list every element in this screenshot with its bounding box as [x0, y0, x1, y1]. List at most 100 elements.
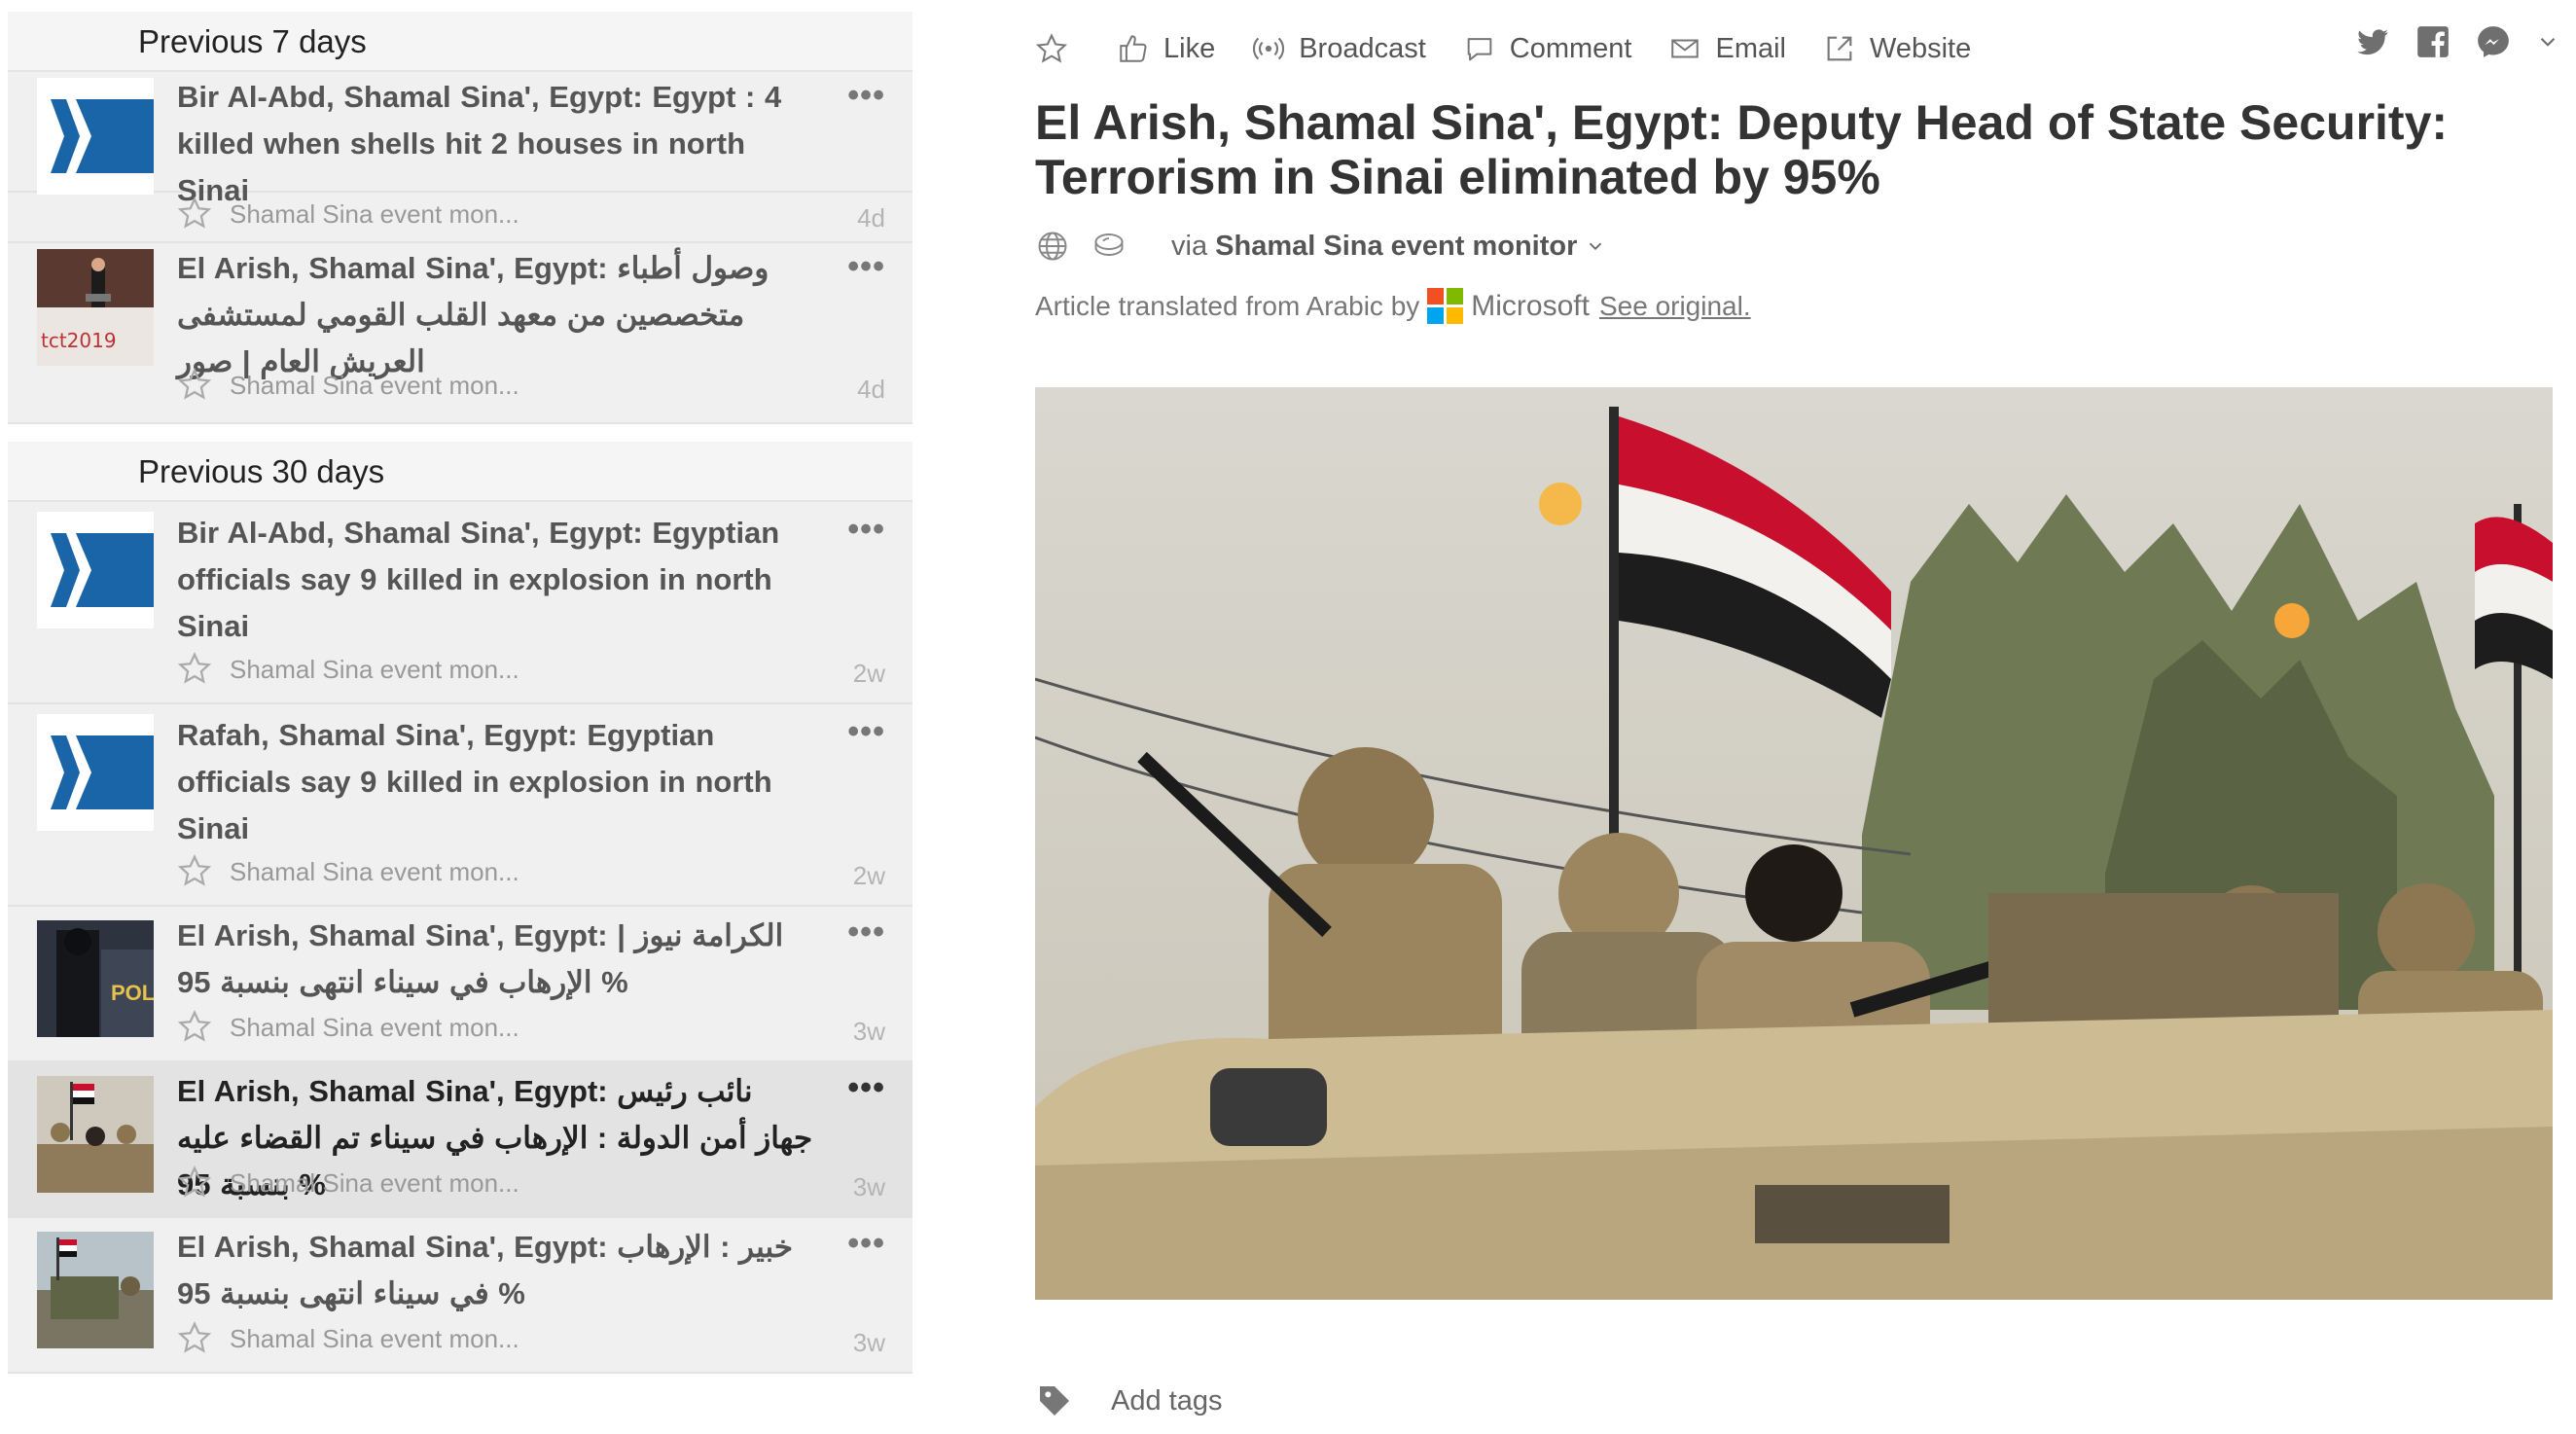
source-logo-thumbnail	[37, 512, 154, 628]
star-icon[interactable]	[177, 651, 212, 686]
source-logo-thumbnail	[37, 78, 154, 195]
like-label: Like	[1163, 32, 1216, 64]
star-icon[interactable]	[177, 1165, 212, 1200]
event-photo-thumbnail: POLI	[37, 920, 154, 1037]
list-item[interactable]: tct2019 El Arish, Shamal Sina', Egypt: و…	[8, 243, 912, 404]
email-button[interactable]: Email	[1668, 32, 1786, 65]
item-meta: Shamal Sina event mon... 4d	[177, 195, 889, 233]
star-icon[interactable]	[177, 853, 212, 888]
event-photo-thumbnail	[37, 1076, 154, 1193]
section-header: Previous 7 days	[8, 12, 912, 72]
translation-notice: Article translated from Arabic by Micros…	[1035, 288, 1751, 324]
logo-square-blue	[1427, 307, 1445, 324]
facebook-icon[interactable]	[2415, 23, 2451, 60]
item-meta: Shamal Sina event mon... 3w	[177, 1008, 889, 1047]
list-item[interactable]: Bir Al-Abd, Shamal Sina', Egypt: Egyptia…	[8, 502, 912, 704]
more-options-icon[interactable]: •••	[847, 715, 885, 748]
email-icon	[1671, 39, 1699, 58]
thumbnail-caption: tct2019	[41, 329, 117, 352]
logo-square-red	[1427, 288, 1445, 305]
more-options-icon[interactable]: •••	[847, 1227, 885, 1260]
list-item[interactable]: Rafah, Shamal Sina', Egypt: Egyptian off…	[8, 704, 912, 907]
section-header: Previous 30 days	[8, 442, 912, 502]
event-photo-thumbnail: tct2019	[37, 249, 154, 366]
list-item[interactable]: Bir Al-Abd, Shamal Sina', Egypt: Egypt :…	[8, 72, 912, 233]
chevron-down-icon[interactable]	[2535, 29, 2560, 54]
item-title[interactable]: El Arish, Shamal Sina', Egypt: الكرامة ن…	[177, 913, 815, 1006]
list-item[interactable]: POLI El Arish, Shamal Sina', Egypt: الكر…	[8, 907, 912, 1062]
share-icons	[2331, 23, 2560, 60]
star-icon[interactable]	[177, 1320, 212, 1355]
like-icon	[1120, 35, 1147, 62]
logo-square-green	[1447, 288, 1464, 305]
list-item[interactable]: El Arish, Shamal Sina', Egypt: نائب رئيس…	[8, 1062, 912, 1218]
item-source: Shamal Sina event mon...	[230, 199, 519, 229]
item-meta: Shamal Sina event mon... 3w	[177, 1164, 889, 1202]
email-label: Email	[1715, 32, 1786, 64]
item-title[interactable]: El Arish, Shamal Sina', Egypt: خبير : ال…	[177, 1224, 815, 1317]
broadcast-label: Broadcast	[1299, 32, 1426, 64]
more-options-icon[interactable]: •••	[847, 1071, 885, 1104]
item-age: 4d	[857, 203, 885, 233]
broadcast-icon	[1253, 37, 1285, 60]
broadcast-button[interactable]: Broadcast	[1252, 32, 1426, 65]
item-age: 2w	[852, 861, 885, 890]
website-label: Website	[1870, 32, 1972, 64]
item-source: Shamal Sina event mon...	[230, 1168, 519, 1198]
item-meta: Shamal Sina event mon... 2w	[177, 650, 889, 689]
translation-prefix: Article translated from Arabic by	[1035, 290, 1420, 321]
add-tags-button[interactable]: Add tags	[1035, 1381, 1222, 1420]
more-options-icon[interactable]: •••	[847, 250, 885, 283]
article-pane: Like Broadcast Comment Email Website El …	[1035, 0, 2576, 1434]
item-age: 3w	[852, 1172, 885, 1201]
feed-source-icon[interactable]	[1091, 229, 1127, 264]
list-item[interactable]: El Arish, Shamal Sina', Egypt: خبير : ال…	[8, 1218, 912, 1374]
more-options-icon[interactable]: •••	[847, 915, 885, 949]
article-hero-image[interactable]	[1035, 387, 2553, 1300]
save-star-button[interactable]	[1035, 32, 1068, 65]
item-age: 2w	[852, 659, 885, 688]
article-toolbar: Like Broadcast Comment Email Website	[1035, 21, 2008, 76]
twitter-icon[interactable]	[2354, 23, 2391, 60]
globe-icon[interactable]	[1035, 229, 1070, 264]
item-title[interactable]: Bir Al-Abd, Shamal Sina', Egypt: Egypt :…	[177, 74, 815, 214]
more-options-icon[interactable]: •••	[847, 79, 885, 112]
chevron-down-icon[interactable]	[1585, 235, 1606, 257]
microsoft-logo-icon	[1427, 288, 1464, 324]
translator-name: Microsoft	[1471, 289, 1590, 322]
item-age: 4d	[857, 375, 885, 404]
source-link[interactable]: via Shamal Sina event monitor	[1171, 231, 1577, 263]
item-meta: Shamal Sina event mon... 3w	[177, 1319, 889, 1358]
item-age: 3w	[852, 1017, 885, 1046]
item-source: Shamal Sina event mon...	[230, 857, 519, 886]
source-logo-thumbnail	[37, 714, 154, 831]
article-headline[interactable]: El Arish, Shamal Sina', Egypt: Deputy He…	[1035, 95, 2523, 204]
item-meta: Shamal Sina event mon... 2w	[177, 852, 889, 891]
more-options-icon[interactable]: •••	[847, 513, 885, 546]
item-title[interactable]: Bir Al-Abd, Shamal Sina', Egypt: Egyptia…	[177, 510, 815, 650]
feed-list: Previous 7 days Bir Al-Abd, Shamal Sina'…	[8, 0, 912, 1374]
star-icon[interactable]	[177, 196, 212, 231]
star-icon[interactable]	[177, 367, 212, 402]
star-icon[interactable]	[177, 1009, 212, 1044]
article-source-line: via Shamal Sina event monitor	[1035, 222, 1606, 270]
item-source: Shamal Sina event mon...	[230, 1324, 519, 1353]
item-source: Shamal Sina event mon...	[230, 655, 519, 684]
item-title[interactable]: El Arish, Shamal Sina', Egypt: وصول أطبا…	[177, 245, 815, 385]
messenger-icon[interactable]	[2475, 23, 2512, 60]
item-title[interactable]: Rafah, Shamal Sina', Egypt: Egyptian off…	[177, 712, 815, 852]
via-prefix: via	[1171, 230, 1208, 262]
website-button[interactable]: Website	[1823, 32, 1971, 65]
website-icon	[1827, 36, 1852, 61]
item-age: 3w	[852, 1328, 885, 1357]
event-photo-thumbnail	[37, 1232, 154, 1348]
item-source: Shamal Sina event mon...	[230, 1013, 519, 1042]
comment-icon	[1467, 38, 1492, 61]
star-icon	[1035, 33, 1068, 63]
feed-section-previous-30-days: Previous 30 days Bir Al-Abd, Shamal Sina…	[8, 442, 912, 1374]
like-button[interactable]: Like	[1117, 32, 1215, 65]
see-original-link[interactable]: See original.	[1599, 291, 1751, 322]
comment-button[interactable]: Comment	[1463, 32, 1631, 65]
source-name: Shamal Sina event monitor	[1215, 230, 1578, 262]
logo-square-yellow	[1447, 307, 1464, 324]
